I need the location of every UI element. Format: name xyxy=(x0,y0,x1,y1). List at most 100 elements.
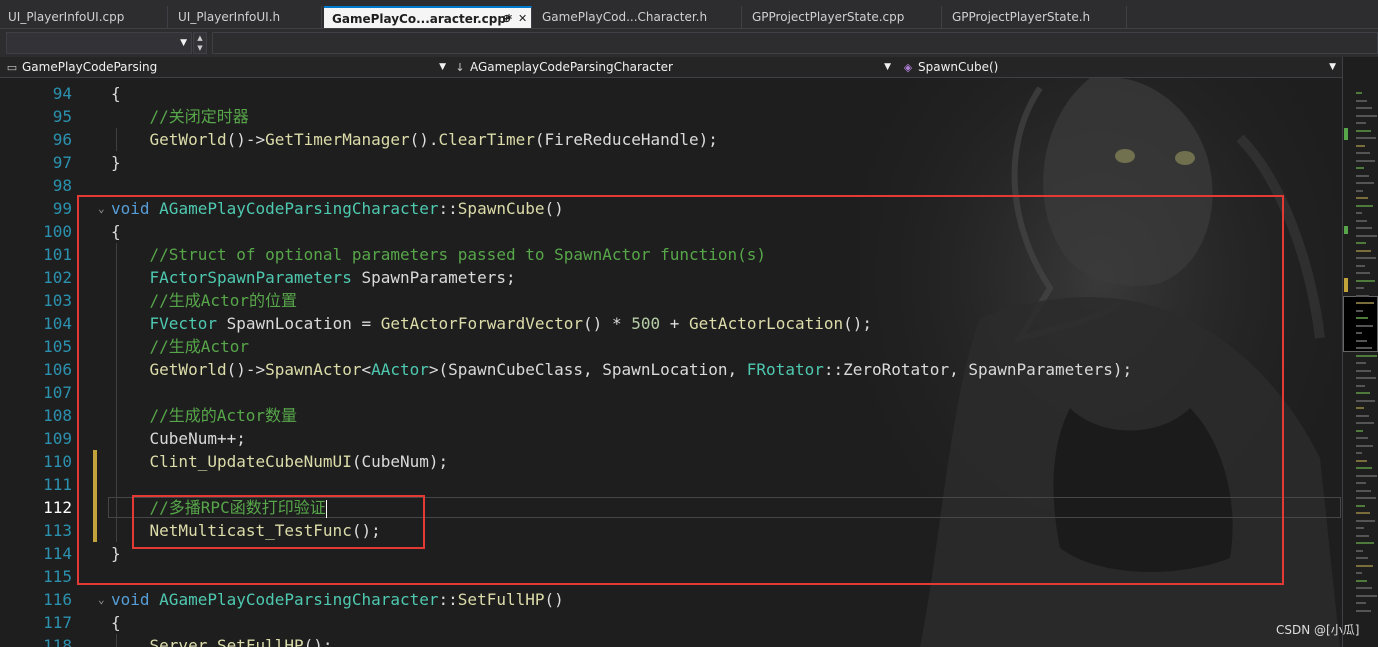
minimap-line xyxy=(1356,107,1372,109)
line-number: 116 xyxy=(43,590,72,609)
code-line[interactable]: 118 Server_SetFullHP(); xyxy=(0,634,1342,647)
code-token: AGamePlayCodeParsingCharacter xyxy=(159,590,439,609)
minimap-line xyxy=(1356,549,1363,552)
minimap-line xyxy=(1356,392,1370,394)
minimap-line xyxy=(1356,167,1364,169)
minimap-line xyxy=(1356,264,1365,267)
line-number: 109 xyxy=(43,429,72,448)
line-number: 95 xyxy=(52,107,72,126)
minimap-line xyxy=(1356,474,1377,477)
navigation-bar: ▭ GamePlayCodeParsing ▼ ↓ AGameplayCodePar… xyxy=(0,57,1342,78)
method-dropdown-label: SpawnCube() xyxy=(918,60,999,74)
code-token: GetTimerManager xyxy=(265,130,410,149)
spin-buttons[interactable]: ▲ ▼ xyxy=(193,32,207,54)
chevron-down-icon: ▼ xyxy=(180,38,187,48)
minimap-line xyxy=(1356,294,1369,297)
minimap-line xyxy=(1356,189,1363,192)
fold-chevron-icon[interactable]: ⌄ xyxy=(98,588,105,611)
close-icon[interactable]: ✕ xyxy=(518,8,527,28)
minimap-line xyxy=(1356,234,1377,237)
code-text: //关闭定时器 xyxy=(111,105,249,128)
tab-label: GPProjectPlayerState.cpp xyxy=(752,10,905,24)
line-number: 117 xyxy=(43,613,72,632)
code-line[interactable]: 94 { xyxy=(0,82,1342,105)
line-number: 94 xyxy=(52,84,72,103)
tab-label: UI_PlayerInfoUI.cpp xyxy=(8,10,125,24)
class-arrow-icon: ↓ xyxy=(455,61,465,74)
line-number: 99 xyxy=(52,199,72,218)
tab-6[interactable]: GPProjectPlayerState.h xyxy=(944,6,1127,28)
line-number: 112 xyxy=(43,498,72,517)
minimap-line xyxy=(1356,354,1377,357)
code-token: ClearTimer xyxy=(438,130,535,149)
tab-2[interactable]: UI_PlayerInfoUI.h xyxy=(170,6,322,28)
minimap-line xyxy=(1356,384,1365,387)
minimap-line xyxy=(1356,414,1369,417)
code-token: } xyxy=(111,153,121,172)
code-token: SetFullHP xyxy=(457,590,545,609)
minimap-line xyxy=(1356,512,1370,514)
scope-combo[interactable]: ▼ xyxy=(6,32,192,54)
minimap-line xyxy=(1356,429,1363,432)
minimap-line xyxy=(1356,227,1372,229)
chevron-down-icon: ▼ xyxy=(1329,62,1336,72)
method-dropdown[interactable]: ◈ SpawnCube() ▼ xyxy=(902,57,1342,77)
minimap-line xyxy=(1356,99,1367,102)
minimap-line xyxy=(1356,437,1368,439)
minimap-line xyxy=(1356,152,1370,154)
minimap-line xyxy=(1356,482,1366,484)
line-number: 100 xyxy=(43,222,72,241)
document-tab-bar: UI_PlayerInfoUI.cpp UI_PlayerInfoUI.h Game… xyxy=(0,0,1378,29)
line-number: 105 xyxy=(43,337,72,356)
project-dropdown[interactable]: ▭ GamePlayCodeParsing ▼ xyxy=(6,57,452,77)
class-dropdown[interactable]: ↓ AGameplayCodeParsingCharacter ▼ xyxy=(454,57,897,77)
minimap-line xyxy=(1356,197,1368,199)
toolbar-empty-area xyxy=(212,32,1378,54)
minimap-line xyxy=(1356,467,1372,469)
minimap-line xyxy=(1356,594,1377,597)
code-token: (). xyxy=(409,130,439,149)
class-dropdown-label: AGameplayCodeParsingCharacter xyxy=(470,60,673,74)
code-token: void xyxy=(111,590,150,609)
minimap-line xyxy=(1356,257,1376,259)
minimap-line xyxy=(1356,534,1369,537)
code-line[interactable]: 116 ⌄ void AGamePlayCodeParsingCharacter::… xyxy=(0,588,1342,611)
method-cube-icon: ◈ xyxy=(903,61,913,74)
minimap-line xyxy=(1356,572,1362,574)
code-token: //关闭定时器 xyxy=(149,107,249,126)
minimap-line xyxy=(1356,347,1372,349)
indent-guide xyxy=(116,128,117,151)
code-line[interactable]: 97} xyxy=(0,151,1342,174)
code-token: GetWorld xyxy=(149,130,227,149)
minimap-line xyxy=(1356,287,1364,289)
minimap-line xyxy=(1356,272,1370,274)
project-dropdown-label: GamePlayCodeParsing xyxy=(22,60,158,74)
code-text: { xyxy=(111,82,121,105)
code-line[interactable]: 117 { xyxy=(0,611,1342,634)
line-number: 118 xyxy=(43,636,72,647)
minimap-line xyxy=(1356,302,1374,304)
tab-5[interactable]: GPProjectPlayerState.cpp xyxy=(744,6,942,28)
code-line[interactable]: 96 GetWorld()->GetTimerManager().ClearTi… xyxy=(0,128,1342,151)
minimap-line xyxy=(1356,362,1366,364)
line-number: 98 xyxy=(52,176,72,195)
minimap-line xyxy=(1356,182,1374,184)
minimap-line xyxy=(1356,219,1367,222)
code-token: ); xyxy=(698,130,718,149)
minimap-line xyxy=(1356,489,1371,492)
tab-1[interactable]: UI_PlayerInfoUI.cpp xyxy=(0,6,168,28)
pin-icon[interactable]: ⊕ xyxy=(502,8,511,28)
code-line[interactable]: 95 //关闭定时器 xyxy=(0,105,1342,128)
line-number: 96 xyxy=(52,130,72,149)
tab-4[interactable]: GamePlayCod...Character.h xyxy=(534,6,742,28)
code-token: { xyxy=(111,613,121,632)
minimap-change-marker xyxy=(1344,226,1348,234)
tab-3[interactable]: GamePlayCo...aracter.cpp* ⊕ ✕ xyxy=(324,6,532,28)
minimap-line xyxy=(1356,114,1377,117)
code-line[interactable]: 98 xyxy=(0,174,1342,197)
minimap-line xyxy=(1356,519,1375,522)
minimap-line xyxy=(1356,557,1368,559)
minimap-line xyxy=(1356,504,1365,507)
line-number: 111 xyxy=(43,475,72,494)
code-editor[interactable]: 94{95 //关闭定时器 96 GetWorld()->GetTimerMana… xyxy=(0,78,1342,647)
